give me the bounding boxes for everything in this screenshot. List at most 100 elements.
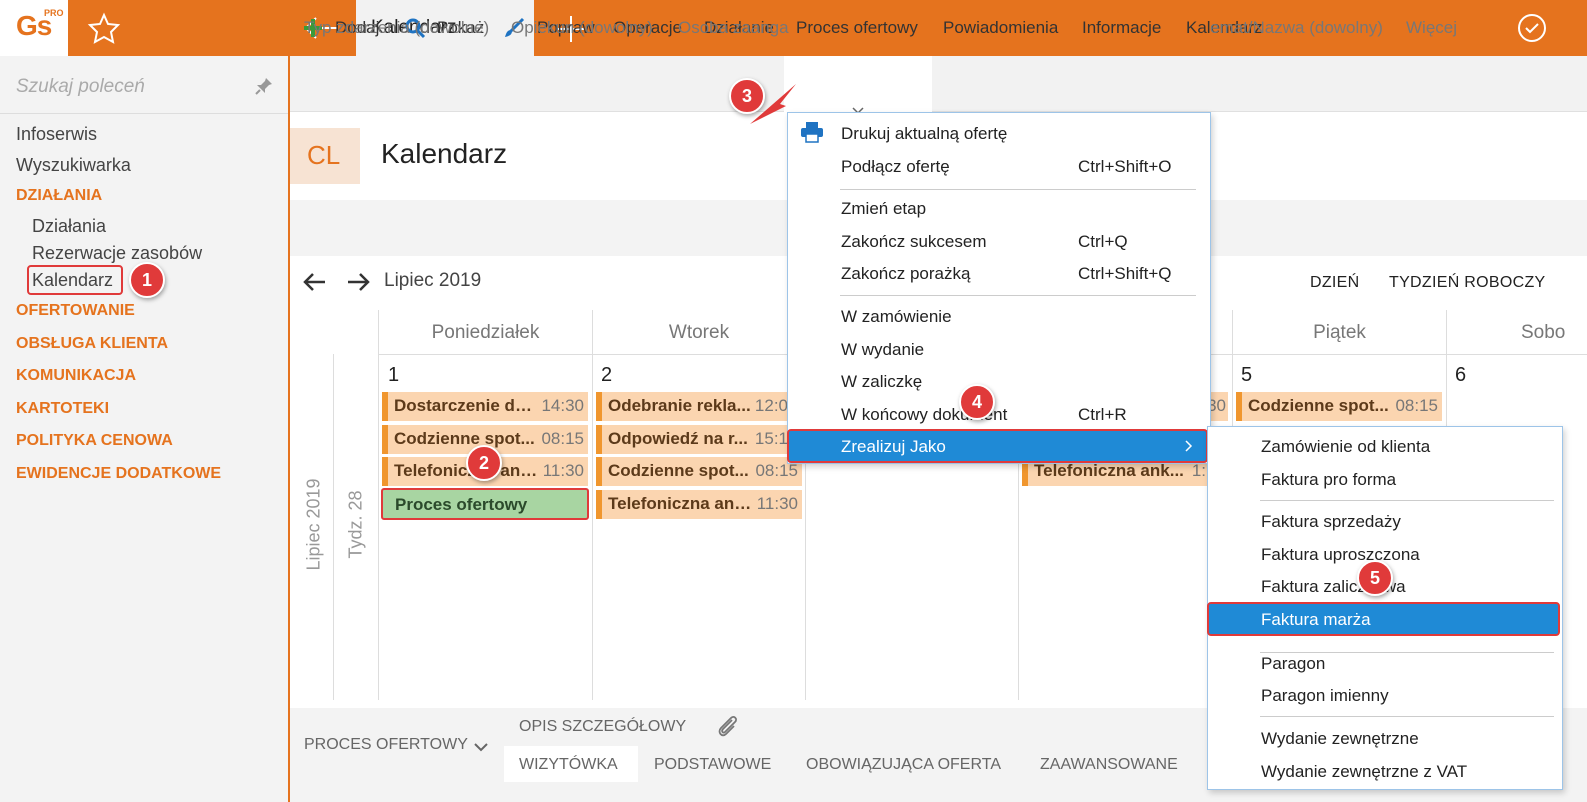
sidebar-group-dzialania[interactable]: DZIAŁANIA <box>16 187 102 205</box>
filter-owner[interactable]: Opiekun (dowolny) <box>511 18 653 38</box>
menu-item-print-offer[interactable]: Drukuj aktualną ofertę <box>841 124 1007 144</box>
view-day-button[interactable]: DZIEŃ <box>1310 274 1360 292</box>
menu-item-attach-offer[interactable]: Podłącz ofertę <box>841 157 950 177</box>
calendar-event[interactable]: Codzienne spot... 08:15 <box>596 457 802 486</box>
app-logo[interactable]: Gs PRO <box>0 0 68 56</box>
menu-separator <box>840 295 1196 296</box>
section-chevron-down-icon[interactable] <box>473 738 489 752</box>
event-title: Proces ofertowy <box>395 495 528 514</box>
event-time: 08:15 <box>1395 396 1438 415</box>
info-menu[interactable]: Informacje <box>1082 18 1161 38</box>
event-time: 11:30 <box>756 494 798 513</box>
menu-item-to-advance[interactable]: W zaliczkę <box>841 372 922 392</box>
sidebar-group-ewidencje[interactable]: EWIDENCJE DODATKOWE <box>16 465 221 483</box>
filter-event-type[interactable]: Typ zdarzenia (dowolne) <box>304 18 489 38</box>
detail-description-tab[interactable]: OPIS SZCZEGÓŁOWY <box>519 718 686 736</box>
selected-offer-event[interactable]: Proces ofertowy <box>381 488 589 520</box>
sidebar-item-kalendarz[interactable]: Kalendarz <box>32 270 113 291</box>
attachment-paperclip-icon[interactable] <box>716 714 740 740</box>
sidebar-group-obsluga-klienta[interactable]: OBSŁUGA KLIENTA <box>16 335 168 353</box>
day-header-friday: Piątek <box>1232 310 1446 354</box>
menu-item-to-issue[interactable]: W wydanie <box>841 340 924 360</box>
event-time: 12:0 <box>754 396 788 415</box>
submenu-item[interactable]: Paragon imienny <box>1261 686 1389 706</box>
annotation-badge-1: 1 <box>129 262 165 298</box>
submenu-separator <box>1260 716 1554 717</box>
offer-process-menu[interactable]: Proces ofertowy <box>796 18 918 38</box>
menu-item-change-stage[interactable]: Zmień etap <box>841 199 926 219</box>
sidebar-group-polityka-cenowa[interactable]: POLITYKA CENOWA <box>16 432 173 450</box>
filter-subject[interactable]: emat/Nazwa (dowolny) <box>1210 18 1383 38</box>
side-week-label: Tydz. 28 <box>334 354 378 700</box>
tab-obowiazujaca-oferta[interactable]: OBOWIĄZUJĄCA OFERTA <box>806 756 1001 774</box>
event-title: Odpowiedź na r... <box>608 429 748 448</box>
offer-process-section[interactable]: PROCES OFERTOWY <box>304 736 468 754</box>
day-number: 2 <box>601 364 613 386</box>
event-title: Telefoniczna ank... <box>608 494 754 513</box>
submenu-item[interactable]: Faktura pro forma <box>1261 470 1396 490</box>
tab-zaawansowane[interactable]: ZAAWANSOWANE <box>1040 756 1178 774</box>
day-name: Wtorek <box>668 322 730 343</box>
search-commands-input[interactable] <box>16 72 246 102</box>
submenu-item[interactable]: Wydanie zewnętrzne z VAT <box>1261 762 1467 782</box>
menu-item-realize-as[interactable]: Zrealizuj Jako <box>787 429 1208 463</box>
menu-item-finish-success[interactable]: Zakończ sukcesem <box>841 232 987 252</box>
sidebar-item-infoserwis[interactable]: Infoserwis <box>16 124 97 145</box>
submenu-item-faktura-marza[interactable]: Faktura marża <box>1207 602 1560 636</box>
tab-podstawowe[interactable]: PODSTAWOWE <box>654 756 771 774</box>
confirm-check-icon[interactable] <box>1516 12 1548 44</box>
prev-arrow-icon[interactable] <box>302 270 328 294</box>
sidebar-group-kartoteki[interactable]: KARTOTEKI <box>16 400 109 418</box>
favorite-star-icon[interactable] <box>86 12 122 44</box>
calendar-event-partial[interactable]: 30 <box>1207 392 1228 421</box>
next-arrow-icon[interactable] <box>345 270 371 294</box>
printer-icon <box>800 121 824 143</box>
menu-item-finish-fail[interactable]: Zakończ porażką <box>841 264 970 284</box>
badge-number: 4 <box>971 392 982 412</box>
day-number: 1 <box>388 364 400 386</box>
day-name: Piątek <box>1313 322 1366 343</box>
day-header-saturday: Sobo <box>1446 310 1587 354</box>
filter-person[interactable]: Osoba zaanga <box>678 18 789 38</box>
submenu-item[interactable]: Zamówienie od klienta <box>1261 437 1430 457</box>
pin-icon[interactable] <box>254 76 274 96</box>
sidebar-group-komunikacja[interactable]: KOMUNIKACJA <box>16 367 136 385</box>
view-workweek-button[interactable]: TYDZIEŃ ROBOCZY <box>1389 274 1546 292</box>
logo-pro-badge: PRO <box>44 8 64 18</box>
submenu-item-label: Faktura marża <box>1261 610 1371 629</box>
page-badge-text: CL <box>307 140 341 170</box>
filter-more[interactable]: Więcej <box>1406 18 1457 38</box>
sidebar-item-dzialania[interactable]: Działania <box>32 216 106 237</box>
month-label: Lipiec 2019 <box>384 270 482 291</box>
menu-item-to-order[interactable]: W zamówienie <box>841 307 952 327</box>
side-month-label: Lipiec 2019 <box>290 354 334 700</box>
calendar-event[interactable]: Dostarczenie du... 14:30 <box>382 392 588 421</box>
annotation-badge-5: 5 <box>1357 560 1393 596</box>
event-title: Telefoniczna ank... <box>1034 461 1184 480</box>
badge-number: 5 <box>1369 568 1380 588</box>
event-title: Codzienne spot... <box>1248 396 1389 415</box>
submenu-item[interactable]: Paragon <box>1261 654 1325 674</box>
annotation-badge-4: 4 <box>959 384 995 420</box>
sidebar-item-wyszukiwarka[interactable]: Wyszukiwarka <box>16 155 131 176</box>
submenu-item[interactable]: Faktura sprzedaży <box>1261 512 1401 532</box>
submenu-item[interactable]: Wydanie zewnętrzne <box>1261 729 1419 749</box>
tab-wizytowka[interactable]: WIZYTÓWKA <box>519 756 618 774</box>
chevron-down-icon <box>851 100 865 115</box>
day-name: Poniedziałek <box>431 322 540 343</box>
offer-process-dropdown: Drukuj aktualną ofertę Podłącz ofertę Ct… <box>787 112 1211 464</box>
calendar-event[interactable]: Odpowiedź na r... 15:1 <box>596 425 790 454</box>
notifications-menu[interactable]: Powiadomienia <box>943 18 1058 38</box>
calendar-event[interactable]: Odebranie rekla... 12:0 <box>596 392 790 421</box>
side-week-text: Tydz. 28 <box>345 490 366 559</box>
sidebar-group-ofertowanie[interactable]: OFERTOWANIE <box>16 302 135 320</box>
submenu-separator <box>1260 500 1554 501</box>
calendar-event[interactable]: Telefoniczna ank... 11:30 <box>596 490 802 519</box>
badge-number: 2 <box>478 453 489 473</box>
calendar-event[interactable]: Codzienne spot... 08:15 <box>1236 392 1442 421</box>
badge-number: 1 <box>141 270 152 290</box>
sidebar-item-rezerwacje[interactable]: Rezerwacje zasobów <box>32 243 202 264</box>
toolbar <box>290 56 1587 112</box>
submenu-item[interactable]: Faktura uproszczona <box>1261 545 1420 565</box>
shortcut-finish-fail: Ctrl+Shift+Q <box>1078 264 1172 283</box>
